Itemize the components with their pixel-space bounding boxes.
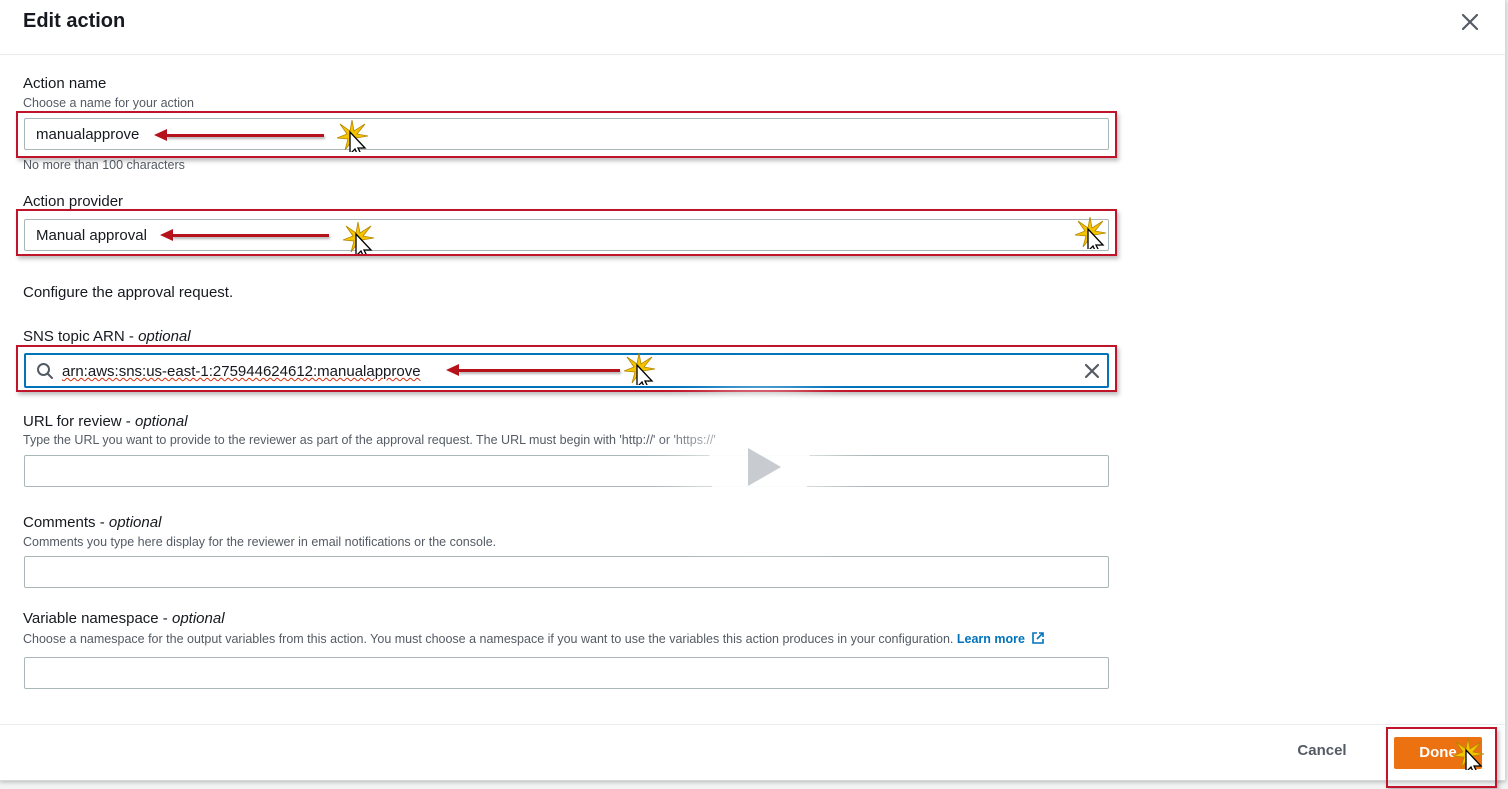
- sns-optional-text: optional: [138, 328, 191, 345]
- clear-icon[interactable]: [1083, 362, 1101, 380]
- action-provider-arrow-icon: [160, 229, 329, 241]
- search-icon: [37, 363, 53, 379]
- variable-namespace-description: Choose a namespace for the output variab…: [23, 631, 1045, 646]
- click-sparkle-icon: [336, 119, 369, 152]
- learn-more-text: Learn more: [956, 632, 1025, 646]
- approval-section-text: Configure the approval request.: [23, 284, 234, 301]
- action-provider-value: Manual approval: [36, 227, 147, 244]
- review-url-label: URL for review - optional: [23, 413, 188, 430]
- action-name-value: manualapprove: [36, 126, 140, 143]
- comments-label-text: Comments: [23, 514, 96, 531]
- learn-more-link[interactable]: Learn more: [957, 632, 1046, 646]
- action-provider-label: Action provider: [23, 193, 124, 210]
- close-icon: [1461, 13, 1479, 31]
- sns-topic-arrow-icon: [446, 364, 620, 376]
- comments-input[interactable]: [24, 556, 1109, 588]
- review-url-description: Type the URL you want to provide to the …: [23, 433, 720, 447]
- video-play-button[interactable]: [708, 415, 811, 518]
- action-name-constraint: No more than 100 characters: [23, 158, 185, 172]
- variable-namespace-label-text: Variable namespace: [23, 610, 159, 627]
- modal-title: Edit action: [23, 10, 126, 32]
- action-name-description: Choose a name for your action: [23, 96, 194, 110]
- modal-footer: [0, 724, 1505, 781]
- click-sparkle-icon: [1452, 737, 1485, 770]
- action-name-arrow-icon: [154, 129, 324, 141]
- comments-optional-text: optional: [108, 514, 162, 531]
- play-icon: [748, 448, 781, 486]
- click-sparkle-icon: [623, 352, 656, 385]
- sns-topic-value: arn:aws:sns:us-east-1:275944624612:manua…: [62, 363, 421, 380]
- comments-label: Comments - optional: [23, 514, 162, 531]
- sns-topic-label-text: SNS topic ARN: [23, 328, 125, 345]
- edit-action-modal: Edit action Action name Choose a name fo…: [0, 0, 1506, 781]
- action-name-label: Action name: [23, 75, 107, 92]
- external-link-icon: [1032, 632, 1045, 644]
- variable-namespace-optional-text: optional: [171, 610, 225, 627]
- close-button[interactable]: [1456, 8, 1484, 36]
- variable-namespace-description-text: Choose a namespace for the output variab…: [23, 632, 954, 646]
- review-url-input[interactable]: [24, 455, 1109, 487]
- click-sparkle-icon: [342, 221, 375, 254]
- variable-namespace-input[interactable]: [24, 657, 1109, 689]
- variable-namespace-label: Variable namespace - optional: [23, 610, 225, 627]
- sns-topic-label: SNS topic ARN - optional: [23, 328, 191, 345]
- click-sparkle-icon: [1074, 216, 1107, 249]
- review-url-label-text: URL for review: [23, 413, 122, 430]
- comments-description: Comments you type here display for the r…: [23, 535, 497, 549]
- modal-header: Edit action: [0, 0, 1505, 55]
- cancel-button[interactable]: Cancel: [1286, 742, 1358, 764]
- review-url-optional-text: optional: [134, 413, 188, 430]
